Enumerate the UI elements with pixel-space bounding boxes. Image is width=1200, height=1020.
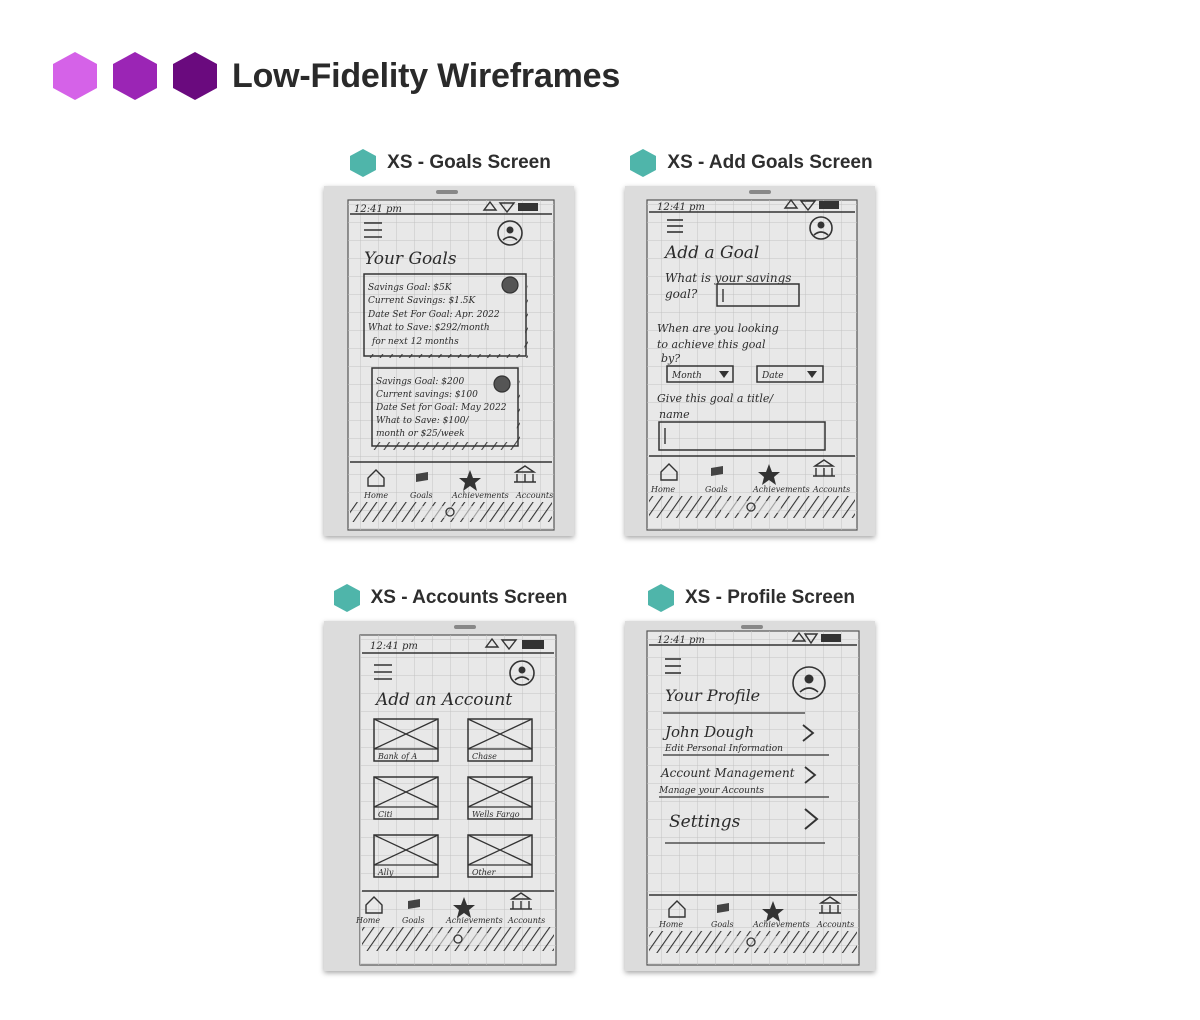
question-target-date: by? (661, 352, 680, 365)
card-label: XS - Profile Screen (601, 583, 901, 613)
account-tile-label: Ally (377, 868, 394, 877)
goal-line: Date Set for Goal: May 2022 (375, 403, 507, 413)
card-label: XS - Add Goals Screen (601, 148, 901, 178)
nav-label-achievements[interactable]: Achievements (451, 491, 509, 500)
wireframe-card-profile: XS - Profile Screen 12:41 pm Your Profil… (601, 583, 901, 971)
nav-label-accounts[interactable]: Accounts (515, 491, 553, 500)
nav-label-home[interactable]: Home (363, 491, 388, 500)
date-dropdown-label: Date (761, 371, 784, 381)
status-time: 12:41 pm (370, 641, 418, 652)
battery-icon (518, 203, 538, 211)
pie-chart-icon (493, 375, 511, 393)
question-goal-title: Give this goal a title/ (657, 392, 774, 405)
hexagon-icon (333, 583, 361, 613)
wireframe-card-add-goals: XS - Add Goals Screen 12:41 pm Add a Goa… (601, 148, 901, 536)
goal-line: Current savings: $100 (376, 390, 478, 400)
account-tile-label: Wells Fargo (472, 810, 520, 819)
wireframe-sketch: 12:41 pm Add a Goal What is your savings… (625, 186, 875, 536)
nav-label-goals[interactable]: Goals (410, 491, 433, 500)
nav-label-accounts[interactable]: Accounts (812, 485, 850, 494)
card-title: XS - Profile Screen (684, 587, 855, 608)
hex-decoration-group (52, 51, 218, 101)
nav-label-goals[interactable]: Goals (705, 485, 728, 494)
goal-line: Date Set For Goal: Apr. 2022 (367, 310, 500, 320)
hexagon-icon (629, 148, 657, 178)
month-dropdown-label: Month (671, 371, 702, 381)
question-savings-goal: What is your savings (665, 271, 791, 285)
row-main-label: John Dough (662, 723, 754, 741)
row-main-label: Account Management (660, 766, 795, 780)
goal-line: for next 12 months (371, 337, 459, 347)
account-tile-label: Bank of A (377, 752, 418, 761)
battery-icon (819, 201, 839, 209)
wireframe-sketch: 12:41 pm Your Goals Savings Goal: $5K Cu… (324, 186, 574, 536)
nav-label-goals[interactable]: Goals (711, 920, 734, 929)
screen-title: Your Goals (364, 249, 457, 269)
card-title: XS - Goals Screen (387, 152, 551, 173)
page-header: Low-Fidelity Wireframes (52, 48, 620, 104)
nav-label-home[interactable]: Home (658, 920, 683, 929)
goal-line: month or $25/week (376, 429, 465, 439)
question-target-date: When are you looking (657, 322, 779, 335)
card-label: XS - Accounts Screen (300, 583, 600, 613)
nav-label-accounts[interactable]: Accounts (507, 916, 545, 925)
page-title: Low-Fidelity Wireframes (232, 56, 621, 95)
goal-line: Savings Goal: $200 (376, 377, 464, 387)
battery-icon (821, 634, 841, 642)
goal-line: Current Savings: $1.5K (368, 296, 476, 306)
row-sub-label: Manage your Accounts (658, 786, 764, 796)
nav-label-achievements[interactable]: Achievements (752, 920, 810, 929)
nav-label-accounts[interactable]: Accounts (816, 920, 854, 929)
nav-label-home[interactable]: Home (650, 485, 675, 494)
goal-line: What to Save: $100/ (376, 416, 470, 426)
hexagon-icon-dark (172, 51, 218, 101)
battery-icon (522, 640, 544, 649)
nav-label-achievements[interactable]: Achievements (752, 485, 810, 494)
wireframe-card-goals: XS - Goals Screen 12:41 pm Your Goals Sa… (300, 148, 600, 536)
hexagon-icon-medium (112, 51, 158, 101)
account-tile-label: Other (472, 868, 497, 877)
screen-title: Your Profile (665, 686, 760, 705)
row-main-label: Settings (669, 812, 741, 832)
wireframe-sketch: 12:41 pm Your Profile John Dough Edit Pe… (625, 621, 875, 971)
card-label: XS - Goals Screen (300, 148, 600, 178)
hexagon-icon (647, 583, 675, 613)
question-savings-goal: goal? (665, 287, 698, 301)
hexagon-icon-light (52, 51, 98, 101)
pie-chart-icon (501, 276, 519, 294)
account-tile-label: Chase (472, 752, 497, 761)
hexagon-icon (349, 148, 377, 178)
card-title: XS - Add Goals Screen (667, 152, 873, 173)
screen-title: Add an Account (374, 690, 512, 710)
nav-label-achievements[interactable]: Achievements (445, 916, 503, 925)
wireframe-sketch: 12:41 pm Add an Account Bank of A Chase Ci… (324, 621, 574, 971)
card-title: XS - Accounts Screen (370, 587, 568, 608)
question-target-date: to achieve this goal (657, 338, 766, 351)
goal-line: Savings Goal: $5K (368, 283, 453, 293)
question-goal-title: name (659, 408, 690, 421)
nav-label-goals[interactable]: Goals (402, 916, 425, 925)
screen-title: Add a Goal (663, 243, 759, 263)
nav-label-home[interactable]: Home (355, 916, 380, 925)
account-tile-label: Citi (378, 810, 393, 819)
wireframe-card-accounts: XS - Accounts Screen 12:41 pm Add an Acc… (300, 583, 600, 971)
goal-line: What to Save: $292/month (368, 323, 490, 333)
row-sub-label: Edit Personal Information (664, 744, 783, 754)
